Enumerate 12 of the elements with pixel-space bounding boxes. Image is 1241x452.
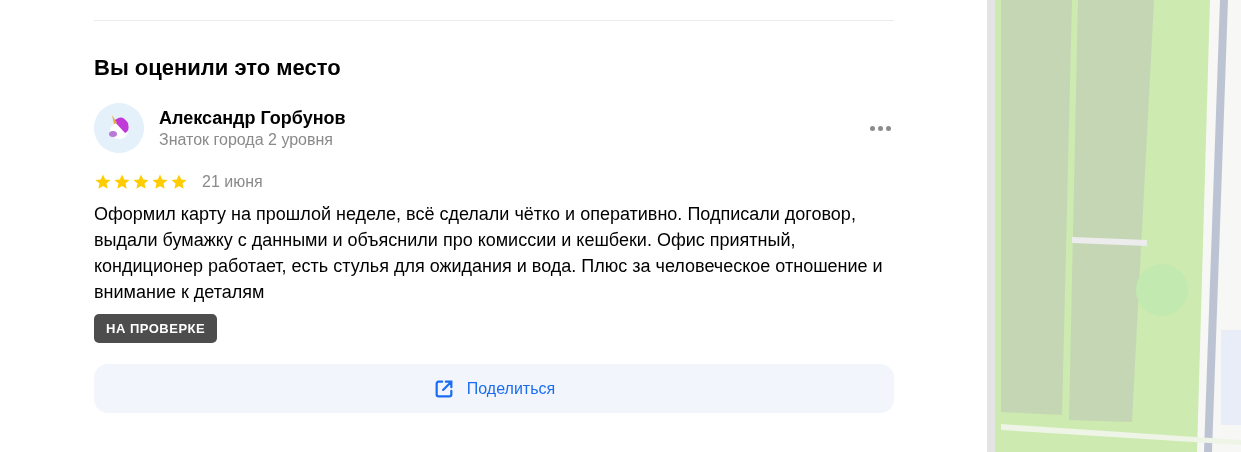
star-icon — [94, 173, 112, 191]
star-icon — [113, 173, 131, 191]
status-badge: НА ПРОВЕРКЕ — [94, 314, 218, 343]
author-name[interactable]: Александр Горбунов — [159, 107, 346, 129]
author-level: Знаток города 2 уровня — [159, 130, 333, 149]
star-icon — [170, 173, 188, 191]
star-icon — [132, 173, 150, 191]
review-date: 21 июня — [202, 173, 263, 191]
section-title: Вы оценили это место — [94, 54, 342, 82]
review-text: Оформил карту на прошлой неделе, всё сделали чётко и оперативно. Подписали договор, выдали бумажку с данными и объяснили про комиссии и кешбеки. Офис приятный, кондиционер работает, есть стулья для ожидания и вода. Плюс за человеческое отношение и внимание к деталям — [94, 203, 884, 304]
star-icon — [151, 173, 169, 191]
share-button[interactable]: Поделиться — [94, 364, 894, 413]
